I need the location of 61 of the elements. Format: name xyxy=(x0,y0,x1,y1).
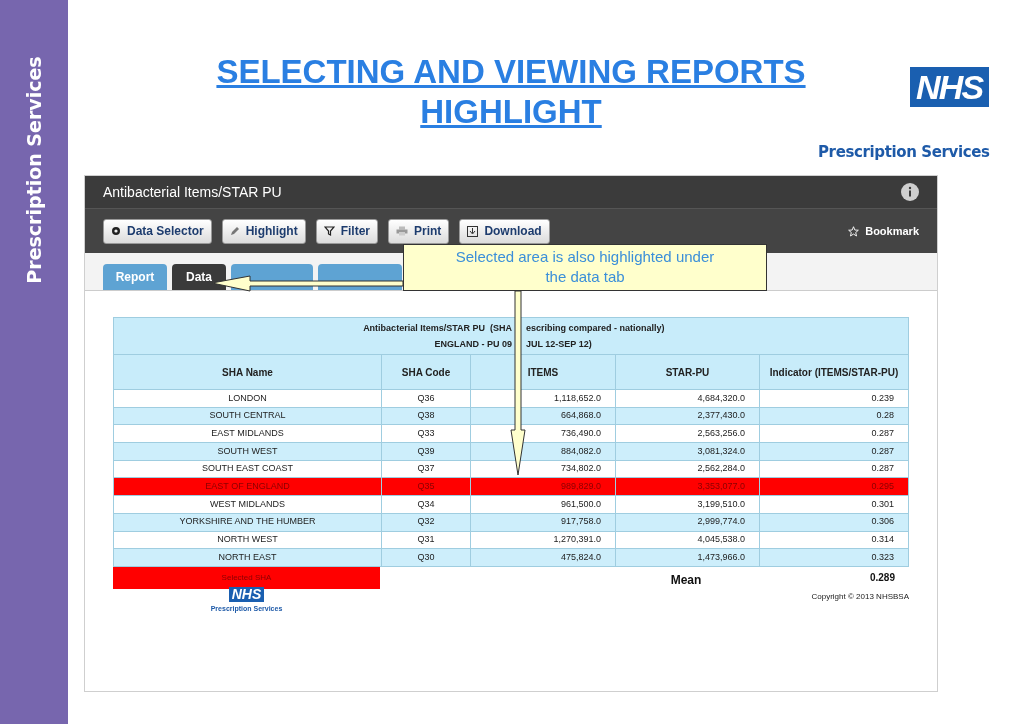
toolbar-button[interactable]: Download xyxy=(459,218,550,244)
table-cell-text: NORTH EAST xyxy=(217,550,278,564)
sidebar-label: Prescription Services xyxy=(21,56,46,284)
table-cell: Q34 xyxy=(381,496,470,513)
table-cell-text: WEST MIDLANDS xyxy=(209,497,286,511)
bookmark-button[interactable]: Bookmark xyxy=(848,222,919,240)
table-cell-text: NORTH WEST xyxy=(216,533,279,547)
table-cell: 0.287 xyxy=(759,443,908,460)
table-cell: 3,081,324.0 xyxy=(615,443,759,460)
table-cell-text: SOUTH WEST xyxy=(216,444,279,458)
table-cell: 4,684,320.0 xyxy=(615,390,759,407)
mean-label: Mean xyxy=(669,571,703,589)
table-row[interactable]: SOUTH WEST Q39 884,082.0 3,081,324.0 0.287 xyxy=(114,442,908,460)
toolbar-button[interactable]: Print xyxy=(388,218,450,244)
info-icon[interactable] xyxy=(901,183,919,201)
copyright-text: Copyright © 2013 NHSBSA xyxy=(811,590,909,603)
table-cell: 0.239 xyxy=(759,390,908,407)
table-row[interactable]: LONDON Q36 1,118,652.0 4,684,320.0 0.239 xyxy=(114,389,908,407)
nhs-logo: NHS xyxy=(909,67,989,107)
filter-icon xyxy=(323,226,335,236)
report-title: Antibacterial Items/STAR PU xyxy=(103,182,282,202)
table-cell-text: SOUTH CENTRAL xyxy=(208,409,287,423)
table-cell-text: YORKSHIRE AND THE HUMBER xyxy=(178,515,317,529)
printer-icon xyxy=(396,226,409,236)
table-cell: Q32 xyxy=(381,513,470,531)
table-cell: 0.301 xyxy=(759,496,908,513)
table-cell: 475,824.0 xyxy=(470,549,615,566)
toolbar-button[interactable]: Highlight xyxy=(221,218,306,244)
table-cell: 2,999,774.0 xyxy=(615,513,759,531)
table-cell: 1,473,966.0 xyxy=(615,549,759,566)
table-row[interactable]: EAST MIDLANDS Q33 736,490.0 2,563,256.0 0.287 xyxy=(114,424,908,443)
table-cell: 0.323 xyxy=(759,549,908,566)
table-cell: 3,199,510.0 xyxy=(615,496,759,513)
table-title: JUL 12-SEP 12) xyxy=(526,338,592,351)
table-cell-text: SOUTH EAST COAST xyxy=(201,462,294,476)
slide-title: SELECTING AND VIEWING REPORTS HIGHLIGHT xyxy=(215,52,807,132)
table-cell: Q36 xyxy=(381,390,470,407)
legend-swatch: Selected SHA xyxy=(113,566,380,589)
table-title: ENGLAND - PU 09 xyxy=(434,338,512,351)
table-cell-text: EAST MIDLANDS xyxy=(210,426,285,440)
table-cell: 917,758.0 xyxy=(470,513,615,531)
toolbar-button[interactable]: Data Selector xyxy=(103,218,212,244)
table-cell: Q30 xyxy=(381,549,470,566)
toolbar-button[interactable]: Filter xyxy=(315,218,379,244)
table-row[interactable]: WEST MIDLANDS Q34 961,500.0 3,199,510.0 0.301 xyxy=(114,495,908,513)
table-cell: 0.306 xyxy=(759,513,908,531)
mean-value: 0.289 xyxy=(868,571,896,586)
table-cell-text: LONDON xyxy=(227,391,268,405)
logo-subtitle: Prescription Services xyxy=(818,142,990,163)
star-icon xyxy=(848,225,860,237)
callout-box: Selected area is also highlighted under the data tab xyxy=(403,244,767,291)
table-title: Antibacterial Items/STAR PU (SHA xyxy=(363,322,512,335)
pencil-icon xyxy=(229,226,240,236)
table-cell: Q39 xyxy=(381,443,470,460)
table-title: escribing compared - nationally) xyxy=(526,322,665,335)
table-row[interactable]: NORTH EAST Q30 475,824.0 1,473,966.0 0.323 xyxy=(114,548,908,566)
tab[interactable]: Data xyxy=(172,264,226,290)
table-cell: 961,500.0 xyxy=(470,496,615,513)
download-icon xyxy=(467,225,479,237)
table-cell-text: EAST OF ENGLAND xyxy=(204,480,291,494)
column-header: SHA Name xyxy=(221,365,274,380)
